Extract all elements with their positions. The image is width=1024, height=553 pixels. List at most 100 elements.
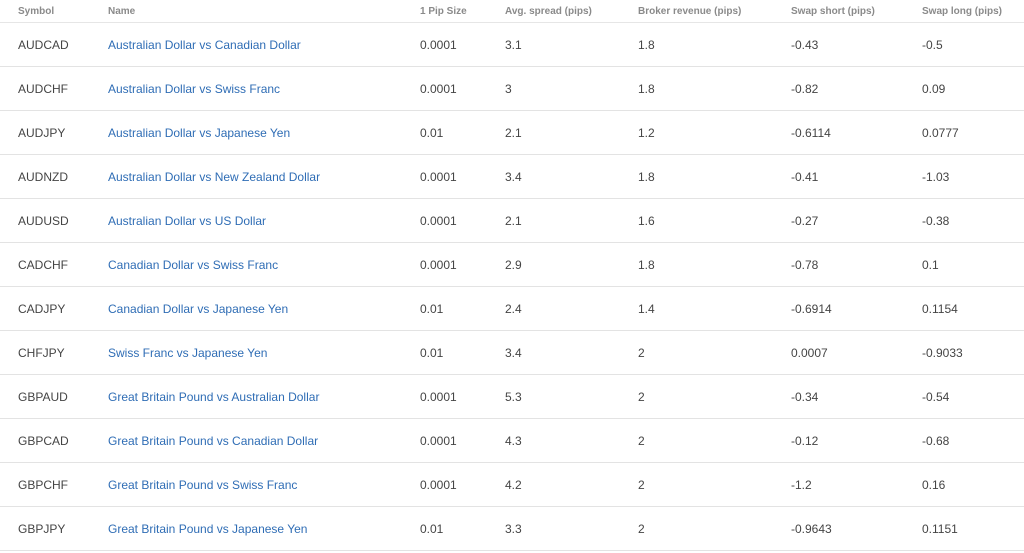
table-row: GBPCAD Great Britain Pound vs Canadian D… [0, 418, 1024, 463]
table-row: CADJPY Canadian Dollar vs Japanese Yen 0… [0, 286, 1024, 331]
cell-broker-revenue: 1.8 [638, 66, 791, 111]
table-body: AUDCAD Australian Dollar vs Canadian Dol… [0, 22, 1024, 551]
cell-swap-short: -0.78 [791, 242, 922, 287]
cell-name: Canadian Dollar vs Swiss Franc [108, 242, 420, 287]
cell-swap-short: -0.41 [791, 154, 922, 199]
column-header-swap-long[interactable]: Swap long (pips) [922, 0, 1024, 23]
cell-swap-long: -0.5 [922, 22, 1024, 67]
cell-swap-long: 0.1154 [922, 286, 1024, 331]
cell-symbol: GBPAUD [0, 374, 108, 419]
instrument-name-link[interactable]: Great Britain Pound vs Australian Dollar [108, 390, 319, 404]
cell-avg-spread: 2.4 [505, 286, 638, 331]
table-row: AUDJPY Australian Dollar vs Japanese Yen… [0, 110, 1024, 155]
cell-broker-revenue: 2 [638, 418, 791, 463]
cell-broker-revenue: 1.6 [638, 198, 791, 243]
table-row: AUDNZD Australian Dollar vs New Zealand … [0, 154, 1024, 199]
cell-pip-size: 0.0001 [420, 418, 505, 463]
cell-avg-spread: 4.3 [505, 418, 638, 463]
cell-swap-short: -0.82 [791, 66, 922, 111]
instrument-name-link[interactable]: Swiss Franc vs Japanese Yen [108, 346, 267, 360]
cell-symbol: AUDUSD [0, 198, 108, 243]
cell-swap-short: -0.6114 [791, 110, 922, 155]
cell-broker-revenue: 1.2 [638, 110, 791, 155]
cell-symbol: AUDNZD [0, 154, 108, 199]
instrument-name-link[interactable]: Australian Dollar vs Canadian Dollar [108, 38, 301, 52]
cell-broker-revenue: 2 [638, 462, 791, 507]
cell-avg-spread: 3.4 [505, 330, 638, 375]
cell-avg-spread: 2.9 [505, 242, 638, 287]
cell-swap-long: -0.38 [922, 198, 1024, 243]
cell-symbol: AUDJPY [0, 110, 108, 155]
cell-pip-size: 0.0001 [420, 462, 505, 507]
cell-broker-revenue: 1.8 [638, 242, 791, 287]
instrument-name-link[interactable]: Australian Dollar vs Japanese Yen [108, 126, 290, 140]
cell-swap-short: -0.9643 [791, 506, 922, 551]
cell-pip-size: 0.0001 [420, 198, 505, 243]
cell-symbol: AUDCAD [0, 22, 108, 67]
table-row: GBPJPY Great Britain Pound vs Japanese Y… [0, 506, 1024, 551]
table-row: GBPCHF Great Britain Pound vs Swiss Fran… [0, 462, 1024, 507]
table-row: AUDCAD Australian Dollar vs Canadian Dol… [0, 22, 1024, 67]
cell-name: Australian Dollar vs Canadian Dollar [108, 22, 420, 67]
cell-symbol: GBPJPY [0, 506, 108, 551]
cell-symbol: CADJPY [0, 286, 108, 331]
cell-name: Australian Dollar vs New Zealand Dollar [108, 154, 420, 199]
cell-swap-long: -0.9033 [922, 330, 1024, 375]
column-header-swap-short[interactable]: Swap short (pips) [791, 0, 922, 23]
cell-symbol: GBPCAD [0, 418, 108, 463]
cell-avg-spread: 3 [505, 66, 638, 111]
cell-pip-size: 0.01 [420, 286, 505, 331]
table-header-row: Symbol Name 1 Pip Size Avg. spread (pips… [0, 0, 1024, 23]
cell-avg-spread: 2.1 [505, 198, 638, 243]
cell-name: Australian Dollar vs Japanese Yen [108, 110, 420, 155]
column-header-avg-spread[interactable]: Avg. spread (pips) [505, 0, 638, 23]
cell-swap-short: -0.43 [791, 22, 922, 67]
table-row: AUDCHF Australian Dollar vs Swiss Franc … [0, 66, 1024, 111]
cell-symbol: CHFJPY [0, 330, 108, 375]
instrument-name-link[interactable]: Great Britain Pound vs Swiss Franc [108, 478, 297, 492]
cell-swap-short: -0.27 [791, 198, 922, 243]
cell-avg-spread: 3.3 [505, 506, 638, 551]
cell-name: Great Britain Pound vs Canadian Dollar [108, 418, 420, 463]
cell-swap-short: -0.6914 [791, 286, 922, 331]
cell-symbol: GBPCHF [0, 462, 108, 507]
cell-swap-long: 0.0777 [922, 110, 1024, 155]
cell-broker-revenue: 2 [638, 506, 791, 551]
cell-pip-size: 0.01 [420, 506, 505, 551]
cell-name: Australian Dollar vs US Dollar [108, 198, 420, 243]
column-header-name[interactable]: Name [108, 0, 420, 23]
cell-broker-revenue: 1.8 [638, 22, 791, 67]
cell-pip-size: 0.0001 [420, 154, 505, 199]
cell-broker-revenue: 2 [638, 330, 791, 375]
instrument-name-link[interactable]: Australian Dollar vs Swiss Franc [108, 82, 280, 96]
instrument-name-link[interactable]: Canadian Dollar vs Swiss Franc [108, 258, 278, 272]
instrument-name-link[interactable]: Great Britain Pound vs Canadian Dollar [108, 434, 318, 448]
instrument-name-link[interactable]: Australian Dollar vs US Dollar [108, 214, 266, 228]
instrument-name-link[interactable]: Australian Dollar vs New Zealand Dollar [108, 170, 320, 184]
cell-avg-spread: 4.2 [505, 462, 638, 507]
column-header-symbol[interactable]: Symbol [0, 0, 108, 23]
cell-name: Australian Dollar vs Swiss Franc [108, 66, 420, 111]
instrument-name-link[interactable]: Canadian Dollar vs Japanese Yen [108, 302, 288, 316]
cell-avg-spread: 3.1 [505, 22, 638, 67]
cell-swap-short: -0.34 [791, 374, 922, 419]
cell-swap-long: -0.54 [922, 374, 1024, 419]
cell-pip-size: 0.0001 [420, 22, 505, 67]
instrument-table: Symbol Name 1 Pip Size Avg. spread (pips… [0, 0, 1024, 551]
cell-swap-short: -1.2 [791, 462, 922, 507]
cell-pip-size: 0.0001 [420, 374, 505, 419]
cell-name: Canadian Dollar vs Japanese Yen [108, 286, 420, 331]
cell-name: Swiss Franc vs Japanese Yen [108, 330, 420, 375]
cell-swap-long: 0.09 [922, 66, 1024, 111]
cell-avg-spread: 2.1 [505, 110, 638, 155]
column-header-pip-size[interactable]: 1 Pip Size [420, 0, 505, 23]
cell-pip-size: 0.0001 [420, 242, 505, 287]
cell-name: Great Britain Pound vs Australian Dollar [108, 374, 420, 419]
instrument-name-link[interactable]: Great Britain Pound vs Japanese Yen [108, 522, 307, 536]
cell-pip-size: 0.01 [420, 330, 505, 375]
column-header-broker-revenue[interactable]: Broker revenue (pips) [638, 0, 791, 23]
table-row: CHFJPY Swiss Franc vs Japanese Yen 0.01 … [0, 330, 1024, 375]
cell-swap-long: 0.1 [922, 242, 1024, 287]
cell-swap-short: -0.12 [791, 418, 922, 463]
cell-swap-short: 0.0007 [791, 330, 922, 375]
